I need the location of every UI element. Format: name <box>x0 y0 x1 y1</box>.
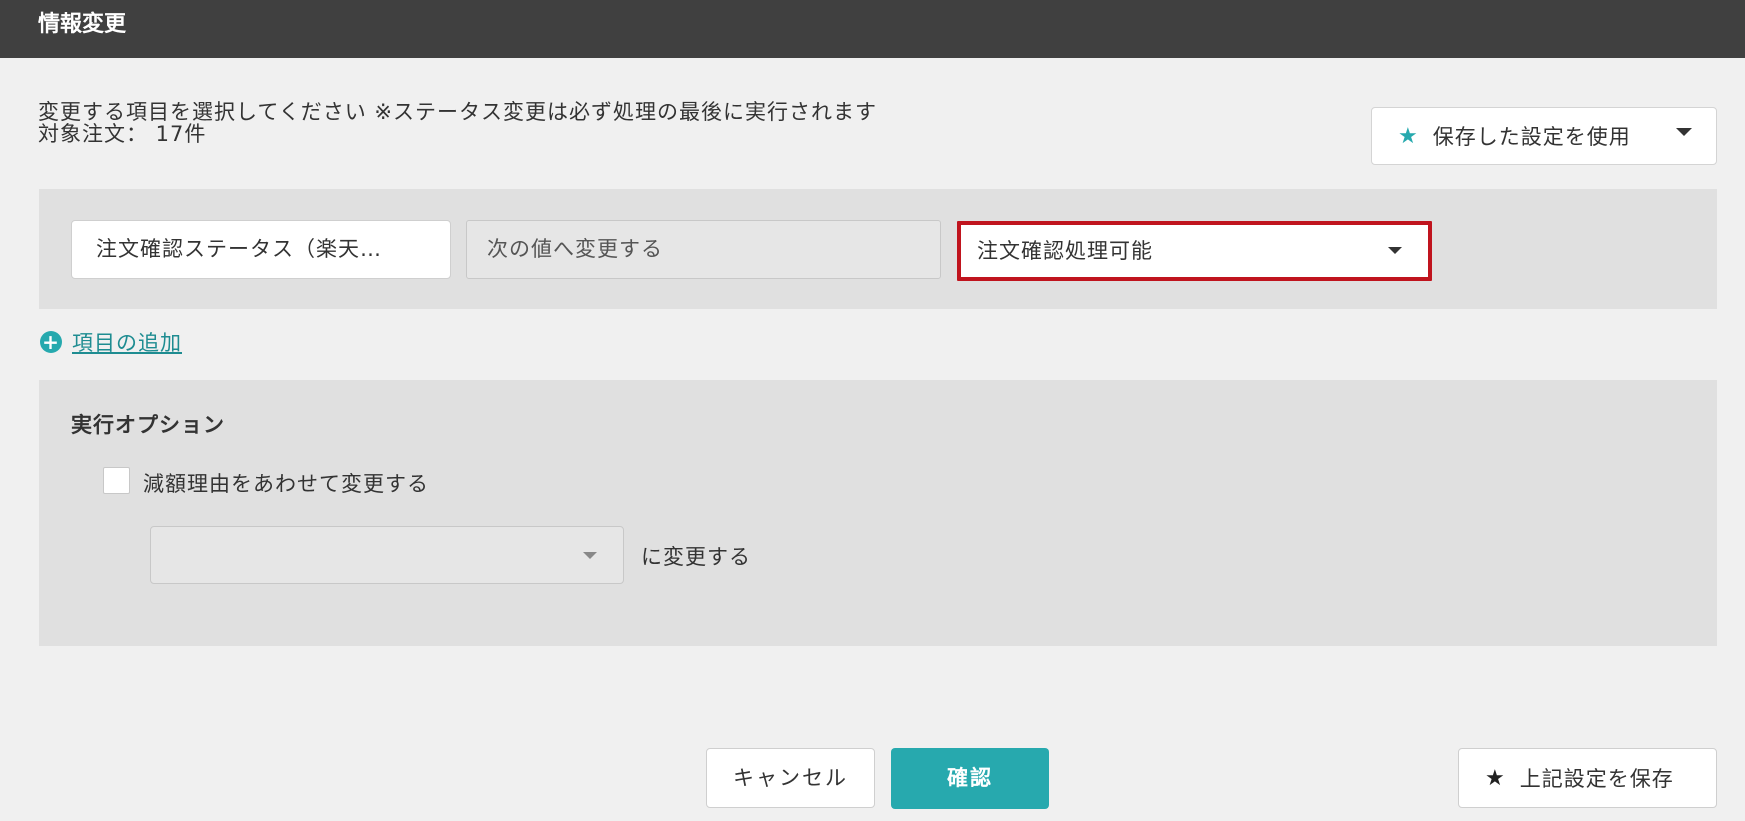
reduction-reason-checkbox[interactable] <box>103 467 130 494</box>
cancel-button[interactable]: キャンセル <box>706 748 875 808</box>
field-select[interactable]: 注文確認ステータス（楽天… <box>71 220 451 279</box>
use-saved-settings-label: 保存した設定を使用 <box>1432 125 1631 149</box>
value-select-label: 注文確認処理可能 <box>977 239 1153 263</box>
save-settings-label: 上記設定を保存 <box>1519 767 1674 791</box>
star-icon: ★ <box>1398 123 1419 149</box>
window-title: 情報変更 <box>0 0 1745 58</box>
chevron-down-icon <box>1388 247 1402 254</box>
plus-circle-icon: + <box>40 331 62 353</box>
add-item-label: 項目の追加 <box>72 331 182 355</box>
execution-options-title: 実行オプション <box>71 413 225 437</box>
save-settings-button[interactable]: ★ 上記設定を保存 <box>1458 748 1717 808</box>
instruction-text: 変更する項目を選択してください ※ステータス変更は必ず処理の最後に実行されます <box>38 100 878 124</box>
target-order-count: 対象注文： 17件 <box>38 122 207 146</box>
add-item-link[interactable]: + 項目の追加 <box>40 327 182 357</box>
operation-field: 次の値へ変更する <box>466 220 941 279</box>
reduction-reason-select[interactable] <box>150 526 624 584</box>
chevron-down-icon <box>583 552 597 559</box>
reduction-reason-checkbox-label[interactable]: 減額理由をあわせて変更する <box>143 468 429 498</box>
reduction-reason-suffix: に変更する <box>641 545 751 569</box>
value-select[interactable]: 注文確認処理可能 <box>957 221 1432 281</box>
execution-options-panel <box>39 380 1717 646</box>
star-icon: ★ <box>1485 765 1506 791</box>
confirm-button[interactable]: 確認 <box>891 748 1049 809</box>
use-saved-settings-button[interactable]: ★ 保存した設定を使用 <box>1371 107 1717 165</box>
instructions: 変更する項目を選択してください ※ステータス変更は必ず処理の最後に実行されます … <box>38 101 877 145</box>
chevron-down-icon <box>1676 128 1692 136</box>
